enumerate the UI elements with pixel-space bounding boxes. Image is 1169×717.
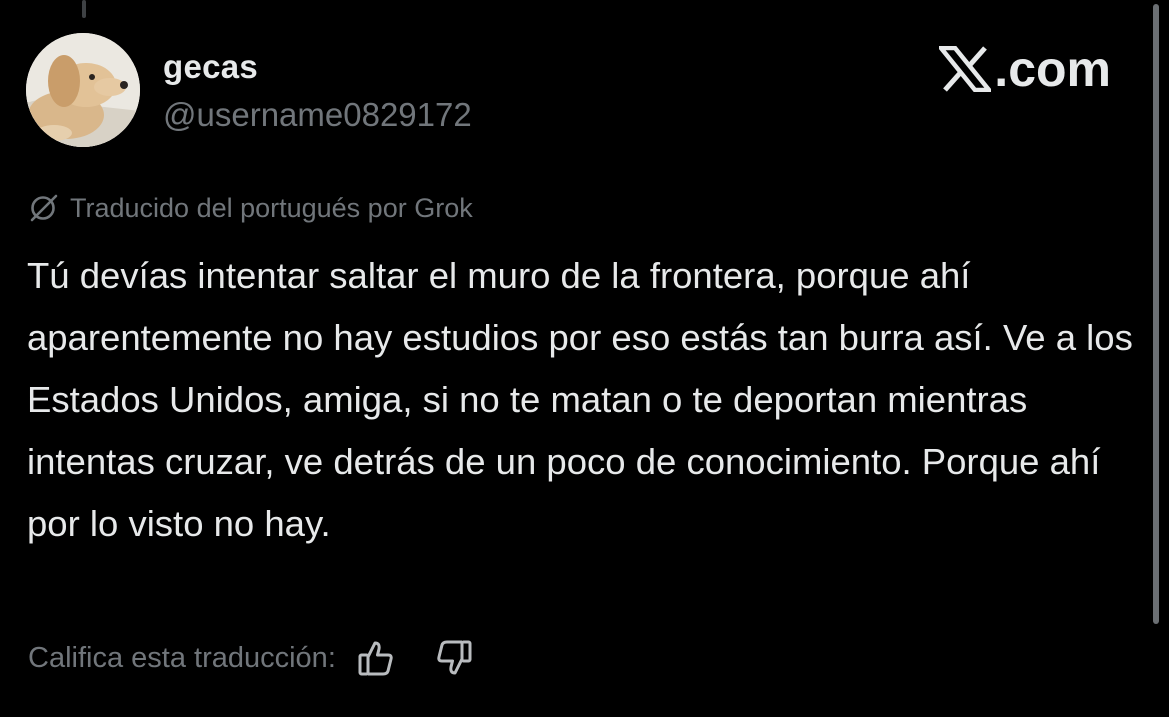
thumbs-up-button[interactable] — [356, 638, 396, 678]
author-handle[interactable]: @username0829172 — [163, 96, 472, 134]
tweet-text: Tú devías intentar saltar el muro de la … — [27, 255, 1133, 544]
avatar-dog-image — [26, 33, 140, 147]
thread-connector-line — [82, 0, 86, 18]
grok-icon — [30, 194, 58, 222]
scrollbar[interactable] — [1153, 4, 1159, 624]
author-display-name[interactable]: gecas — [163, 48, 258, 86]
rate-translation-row: Califica esta traducción: — [28, 638, 474, 678]
translation-notice-text: Traducido del portugués por Grok — [70, 192, 473, 223]
brand-domain-label: .com — [994, 41, 1111, 97]
avatar[interactable] — [26, 33, 140, 147]
translation-notice: Traducido del portugués por Grok — [28, 192, 473, 224]
rate-translation-label: Califica esta traducción: — [28, 641, 336, 674]
thumbs-down-button[interactable] — [434, 638, 474, 678]
x-com-brand: .com — [939, 40, 1111, 98]
thumbs-down-icon — [437, 640, 472, 675]
thumbs-up-icon — [358, 641, 393, 676]
x-logo-icon — [939, 46, 992, 92]
